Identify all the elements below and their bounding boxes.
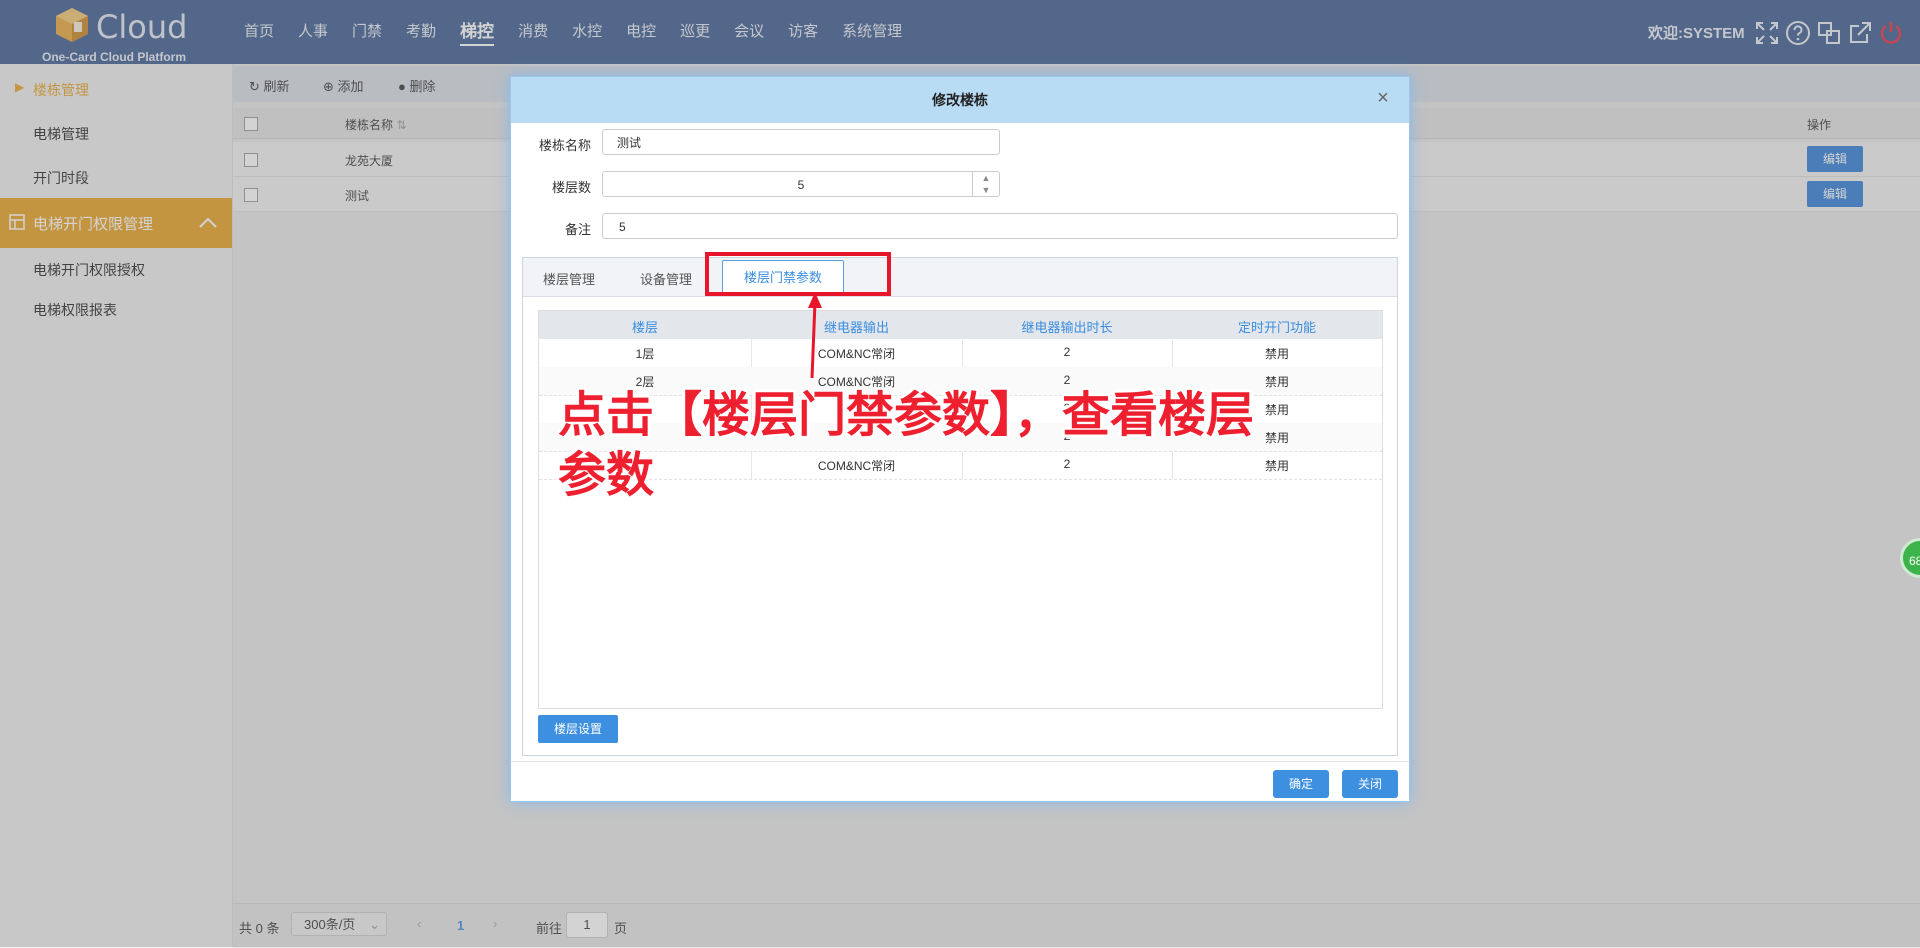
dialog-title: 修改楼栋 (511, 77, 1409, 123)
tab-device-management[interactable]: 设备管理 (640, 269, 692, 288)
close-icon[interactable]: × (1373, 88, 1393, 108)
floor-params-table: 楼层 继电器输出 继电器输出时长 定时开门功能 1层 COM&NC常闭 2 禁用… (538, 310, 1383, 709)
building-name-input[interactable]: 测试 (602, 129, 1000, 155)
floors-value: 5 (797, 178, 805, 192)
floor-table-header: 楼层 继电器输出 继电器输出时长 定时开门功能 (539, 311, 1382, 339)
highlight-box (705, 252, 891, 296)
annotation-line-2: 参数 (558, 447, 655, 503)
annotation-text: 点击【楼层门禁参数】，查看楼层 参数 (558, 385, 1318, 505)
remark-input[interactable]: 5 (602, 213, 1398, 239)
stepper-arrows: ▲ ▼ (972, 172, 999, 196)
annotation-line-1: 点击【楼层门禁参数】，查看楼层 (558, 387, 1255, 443)
close-button[interactable]: 关闭 (1342, 770, 1398, 798)
tabs-bar: 楼层管理 设备管理 楼层门禁参数 (523, 258, 1397, 297)
cell-floor: 1层 (635, 347, 655, 361)
annotation-arrow-icon (808, 292, 822, 379)
cell-relay-output: COM&NC常闭 (817, 347, 896, 361)
cell-timed-open: 禁用 (1264, 347, 1289, 361)
table-row[interactable]: 1层 COM&NC常闭 2 禁用 (539, 339, 1382, 368)
cell-relay-duration: 2 (1063, 345, 1071, 359)
remark-label: 备注 (564, 222, 591, 237)
column-header-relay-duration: 继电器输出时长 (1021, 320, 1113, 335)
dialog-footer: 确定 关闭 (511, 761, 1409, 802)
name-label: 楼栋名称 (538, 138, 591, 153)
column-header-floor: 楼层 (631, 320, 658, 335)
tab-floor-management[interactable]: 楼层管理 (543, 269, 595, 288)
floors-stepper[interactable]: 5 ▲ ▼ (602, 171, 1000, 197)
floor-settings-button[interactable]: 楼层设置 (538, 715, 618, 743)
confirm-button[interactable]: 确定 (1273, 770, 1329, 798)
stepper-up-icon[interactable]: ▲ (973, 172, 999, 184)
column-header-relay-output: 继电器输出 (823, 320, 889, 335)
stepper-down-icon[interactable]: ▼ (973, 184, 999, 196)
tabs-panel: 楼层管理 设备管理 楼层门禁参数 楼层 继电器输出 继电器输出时长 定时开门功能… (522, 257, 1398, 756)
floors-label: 楼层数 (551, 180, 591, 195)
column-header-timed-open: 定时开门功能 (1237, 320, 1316, 335)
